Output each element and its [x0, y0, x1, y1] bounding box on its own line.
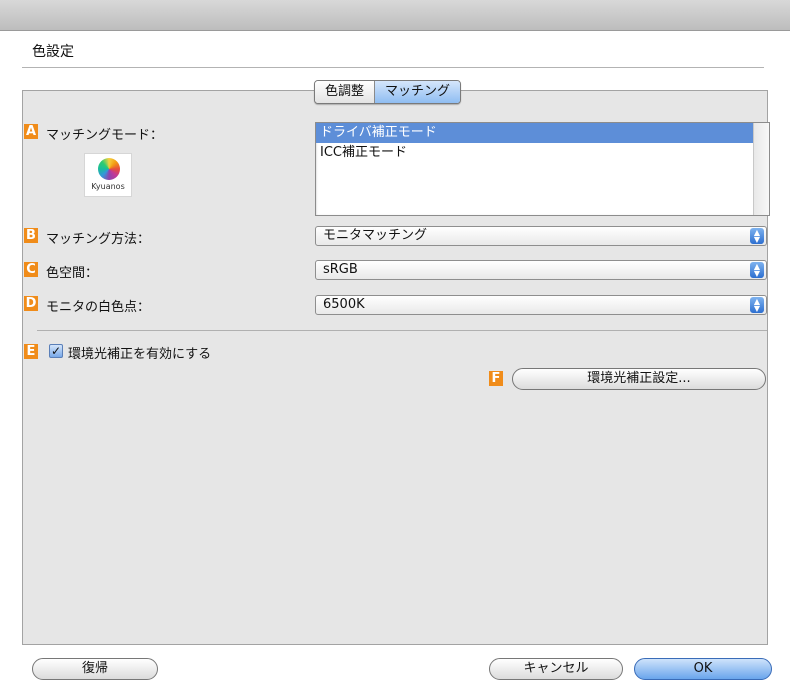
cancel-button[interactable]: キャンセル	[489, 658, 623, 680]
ok-button[interactable]: OK	[634, 658, 772, 680]
matching-method-value: モニタマッチング	[323, 228, 428, 243]
list-item-icc-mode[interactable]: ICC補正モード	[316, 143, 755, 163]
white-point-select[interactable]: 6500K ▲ ▼	[315, 295, 767, 315]
color-wheel-icon	[98, 158, 120, 180]
matching-mode-label: マッチングモード：	[46, 128, 164, 143]
section-divider	[37, 330, 767, 331]
badge-a: A	[24, 124, 38, 139]
color-space-value: sRGB	[323, 262, 358, 277]
tab-color-adjust[interactable]: 色調整	[315, 81, 375, 103]
ambient-light-label: 環境光補正を有効にする	[68, 347, 212, 362]
logo-text: Kyuanos	[91, 182, 125, 191]
badge-f: F	[489, 371, 503, 386]
list-item-driver-mode[interactable]: ドライバ補正モード	[316, 123, 755, 143]
ambient-settings-button[interactable]: 環境光補正設定...	[512, 368, 766, 390]
restore-button[interactable]: 復帰	[32, 658, 158, 680]
matching-mode-list[interactable]: ドライバ補正モード ICC補正モード	[315, 122, 770, 216]
white-point-label: モニタの白色点：	[46, 300, 151, 315]
badge-c: C	[24, 262, 38, 277]
title-divider	[22, 67, 764, 68]
matching-method-select[interactable]: モニタマッチング ▲ ▼	[315, 226, 767, 246]
kyuanos-logo: Kyuanos	[84, 153, 132, 197]
tab-matching[interactable]: マッチング	[374, 81, 461, 103]
list-scrollbar[interactable]	[753, 123, 769, 215]
color-space-label: 色空間：	[46, 266, 99, 281]
window-titlebar	[0, 0, 790, 31]
white-point-value: 6500K	[323, 297, 365, 312]
ambient-light-checkbox[interactable]: ✓	[49, 344, 63, 358]
badge-b: B	[24, 228, 38, 243]
select-arrows-icon: ▲ ▼	[750, 228, 764, 244]
tab-bar: 色調整 マッチング	[314, 80, 462, 104]
window-title: 色設定	[32, 44, 74, 60]
select-arrows-icon: ▲ ▼	[750, 262, 764, 278]
matching-method-label: マッチング方法：	[46, 232, 151, 247]
badge-e: E	[24, 344, 38, 359]
color-space-select[interactable]: sRGB ▲ ▼	[315, 260, 767, 280]
badge-d: D	[24, 296, 38, 311]
select-arrows-icon: ▲ ▼	[750, 297, 764, 313]
